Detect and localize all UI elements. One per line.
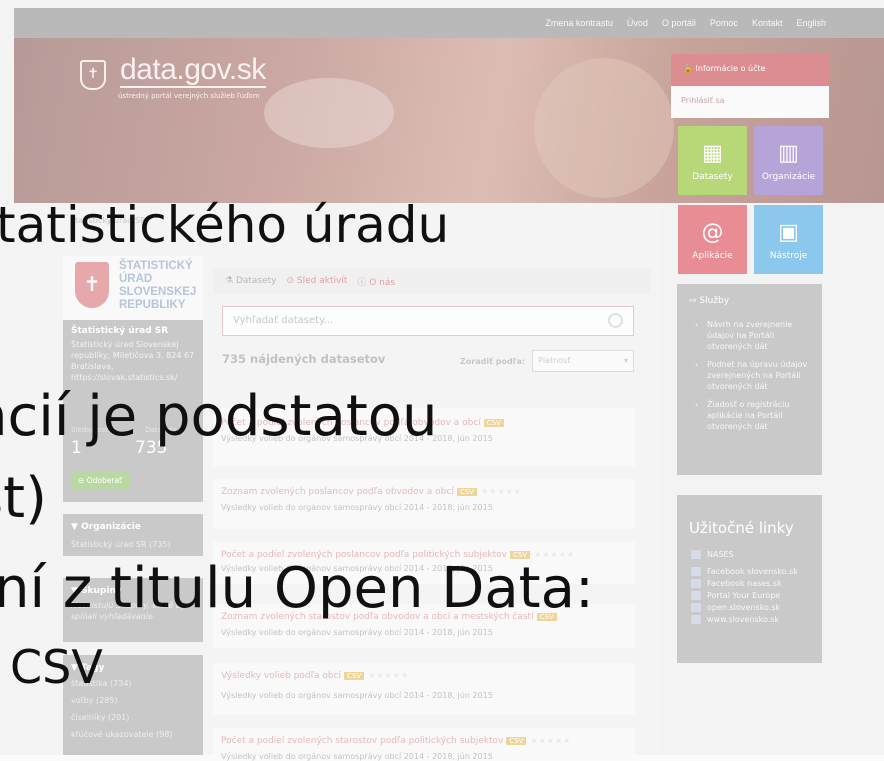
login-link[interactable]: Prihlásiť sa <box>671 86 829 118</box>
tab-datasets[interactable]: ⚗ Datasety <box>225 276 277 286</box>
link-facebook-nases[interactable]: Facebook nases.sk <box>691 579 822 588</box>
link-nases[interactable]: NASES <box>691 550 822 559</box>
slovensko-icon <box>691 615 701 624</box>
dataset-title[interactable]: Počet a podiel zvolených starostov podľa… <box>221 736 503 746</box>
service-link[interactable]: Návrh na zverejnenie údajov na Portáli o… <box>695 319 808 352</box>
overlay-text-line-1: tatistického úradu <box>0 196 450 254</box>
account-header: 🔒 Informácie o účte <box>671 54 829 86</box>
facet-header: ▼ Organizácie <box>71 522 141 532</box>
tile-label: Aplikácie <box>692 251 733 261</box>
dataset-title[interactable]: Zoznam zvolených poslancov podľa obvodov… <box>221 487 454 497</box>
dataset-subtitle: Výsledky volieb do orgánov samosprávy ob… <box>221 628 493 637</box>
sort-select[interactable]: Platnosť ▾ <box>532 350 634 372</box>
contrast-link[interactable]: Zmena kontrastu <box>543 18 615 28</box>
link-your-europe[interactable]: Portal Your Europe <box>691 591 822 600</box>
facebook-icon <box>691 567 701 576</box>
tile-label: Datasety <box>692 172 733 182</box>
account-panel: 🔒 Informácie o účte Prihlásiť sa <box>671 54 829 118</box>
site-logo[interactable]: data.gov.sk <box>120 54 266 88</box>
nases-icon <box>691 550 701 559</box>
tile-nastroje[interactable]: ▣ Nástroje <box>754 205 823 274</box>
contact-link[interactable]: Kontakt <box>750 18 785 28</box>
tile-label: Organizácie <box>761 172 816 182</box>
overlay-text-line-5: CSV <box>10 640 103 694</box>
organization-logo: ✝ ŠTATISTICKÝ ÚRAD SLOVENSKEJ REPUBLIKY <box>63 256 203 320</box>
at-icon: @ <box>701 220 724 245</box>
facet-organizations: ▼ Organizácie Štatistický úrad SR (735) <box>63 514 203 556</box>
rating-stars: ★★★★★ <box>530 736 572 745</box>
service-link[interactable]: Podnet na úpravu údajov zverejnených na … <box>695 359 808 392</box>
coat-of-arms-icon: ✝ <box>75 262 109 308</box>
link-open-slovensko[interactable]: open.slovensko.sk <box>691 603 822 612</box>
dataset-subtitle: Výsledky volieb do orgánov samosprávy ob… <box>221 752 493 761</box>
dataset-item[interactable]: Výsledky volieb podľa obcí CSV ★★★★★ Výsle… <box>213 663 635 715</box>
background-photo-highlight <box>534 58 674 198</box>
format-badge: CSV <box>344 672 365 680</box>
useful-links-header: Užitočné linky <box>689 519 794 537</box>
link-facebook-slovensko[interactable]: Facebook slovensko.sk <box>691 567 822 576</box>
monitor-icon: ▣ <box>778 220 799 245</box>
dataset-subtitle: Výsledky volieb do orgánov samosprávy ob… <box>221 503 493 512</box>
facebook-icon <box>691 579 701 588</box>
dataset-search-input[interactable]: Vyhľadať datasety... <box>222 306 634 336</box>
service-link[interactable]: Žiadosť o registráciu aplikácie na Portá… <box>695 399 808 432</box>
english-link[interactable]: English <box>794 18 828 28</box>
portal-page: Zmena kontrastu Úvod O portáli Pomoc Kon… <box>0 0 884 761</box>
organization-name: Štatistický úrad SR <box>71 326 169 336</box>
organization-address: Štatistický úrad Slovenskej republiky, Mi… <box>71 340 195 382</box>
tile-organizacie[interactable]: ▥ Organizácie <box>754 126 823 195</box>
organization-logo-text: ŠTATISTICKÝ ÚRAD SLOVENSKEJ REPUBLIKY <box>119 260 197 311</box>
unfollow-button[interactable]: ⊖ Odoberať <box>71 472 129 490</box>
link-www-slovensko[interactable]: www.slovensko.sk <box>691 615 822 624</box>
facet-item[interactable]: kľúčové ukazovatele (98) <box>63 722 203 739</box>
tile-label: Nástroje <box>769 251 808 261</box>
overlay-text-line-4: ní z titulu Open Data: <box>0 556 594 621</box>
facet-item[interactable]: Štatistický úrad SR (735) <box>63 532 203 549</box>
results-count: 735 nájdených datasetov <box>222 352 386 366</box>
dataset-item[interactable]: Počet a podiel zvolených starostov podľa… <box>213 728 635 761</box>
search-icon[interactable] <box>608 313 623 328</box>
film-icon: ▦ <box>702 141 723 166</box>
about-portal-link[interactable]: O portáli <box>660 18 698 28</box>
tab-activity[interactable]: ⊙ Sled aktivít <box>287 276 348 286</box>
dataset-title[interactable]: Výsledky volieb podľa obcí <box>221 671 341 681</box>
tile-aplikacie[interactable]: @ Aplikácie <box>678 205 747 274</box>
dataset-item[interactable]: Zoznam zvolených poslancov podľa obvodov… <box>213 479 635 529</box>
building-icon: ▥ <box>778 141 799 166</box>
coat-of-arms-icon[interactable]: ✝ <box>80 60 106 90</box>
services-header: ⇨ Služby <box>689 296 730 306</box>
rating-stars: ★★★★★ <box>480 487 522 496</box>
rating-stars: ★★★★★ <box>368 671 410 680</box>
tile-datasety[interactable]: ▦ Datasety <box>678 126 747 195</box>
format-badge: CSV <box>483 419 504 427</box>
services-panel: ⇨ Služby Návrh na zverejnenie údajov na … <box>677 284 822 475</box>
format-badge: CSV <box>506 737 527 745</box>
overlay-text-line-3: st) <box>0 466 47 531</box>
dataset-subtitle: Výsledky volieb do orgánov samosprávy ob… <box>221 691 493 700</box>
chevron-down-icon: ▾ <box>623 356 628 365</box>
format-badge: CSV <box>456 488 477 496</box>
site-tagline: ústredný portál verejných služieb ľuďom <box>118 92 260 100</box>
sort-label: Zoradiť podľa: <box>460 357 526 366</box>
help-link[interactable]: Pomoc <box>708 18 740 28</box>
tab-about[interactable]: ⓘ O nás <box>357 275 395 288</box>
facet-item[interactable]: číselníky (201) <box>63 705 203 722</box>
top-bar: Zmena kontrastu Úvod O portáli Pomoc Kon… <box>14 8 884 38</box>
home-link[interactable]: Úvod <box>625 18 650 28</box>
overlay-text-line-2: ncií je podstatou <box>0 384 438 449</box>
organization-tabs: ⚗ Datasety ⊙ Sled aktivít ⓘ O nás <box>213 268 651 294</box>
slovensko-icon <box>691 603 701 612</box>
useful-links-panel: Užitočné linky NASES Facebook slovensko.… <box>677 495 822 663</box>
europe-icon <box>691 591 701 600</box>
network-graphic <box>264 78 394 148</box>
